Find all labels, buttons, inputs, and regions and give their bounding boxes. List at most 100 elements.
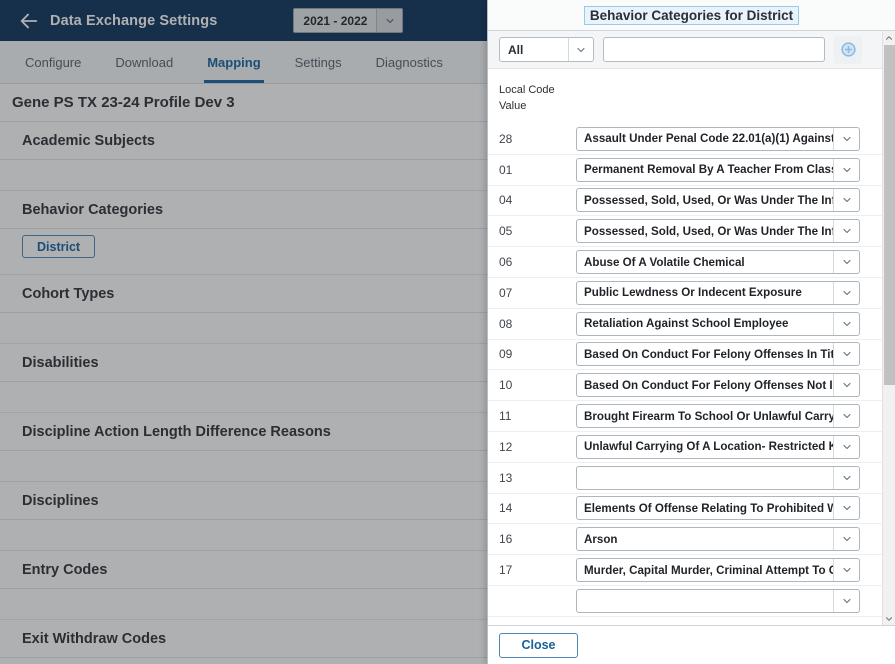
school-year-select[interactable]: 2021 - 2022	[293, 8, 403, 33]
row-local-code: 09	[499, 347, 576, 361]
behavior-categories-modal: Behavior Categories for District All	[487, 0, 895, 664]
table-row	[488, 586, 882, 617]
column-header: Local Code Value	[488, 69, 882, 124]
modal-title: Behavior Categories for District	[584, 6, 799, 25]
chevron-down-icon	[833, 528, 859, 550]
chevron-down-icon	[833, 374, 859, 396]
row-local-code: 13	[499, 471, 576, 485]
chevron-down-icon	[833, 159, 859, 181]
row-local-code: 05	[499, 224, 576, 238]
table-row: 12Unlawful Carrying Of A Location- Restr…	[488, 432, 882, 463]
row-value-text: Assault Under Penal Code 22.01(a)(1) Aga…	[577, 128, 833, 150]
close-button[interactable]: Close	[499, 633, 578, 658]
plus-circle-icon[interactable]	[834, 36, 862, 64]
row-local-code: 11	[499, 409, 576, 423]
chevron-down-icon	[833, 251, 859, 273]
filter-select-value: All	[500, 38, 568, 61]
modal-scrollbar[interactable]	[882, 31, 895, 625]
row-value-select[interactable]: Possessed, Sold, Used, Or Was Under The …	[576, 219, 860, 243]
chevron-down-icon	[833, 497, 859, 519]
search-input[interactable]	[603, 37, 825, 62]
row-value-select[interactable]: Retaliation Against School Employee	[576, 312, 860, 336]
mapping-rows: 28Assault Under Penal Code 22.01(a)(1) A…	[488, 124, 882, 617]
table-row: 14Elements Of Offense Relating To Prohib…	[488, 494, 882, 525]
modal-header: Behavior Categories for District	[488, 0, 895, 31]
table-row: 11Brought Firearm To School Or Unlawful …	[488, 401, 882, 432]
modal-body: All Local Code Value 28Assault Under Pen…	[488, 31, 895, 625]
table-row: 13	[488, 463, 882, 494]
row-value-text: Retaliation Against School Employee	[577, 313, 833, 335]
row-value-text: Possessed, Sold, Used, Or Was Under The …	[577, 220, 833, 242]
mapping-chip-district[interactable]: District	[22, 235, 95, 258]
row-local-code: 07	[499, 286, 576, 300]
row-value-select[interactable]: Arson	[576, 527, 860, 551]
row-value-select[interactable]: Based On Conduct For Felony Offenses Not…	[576, 373, 860, 397]
row-value-select[interactable]: Public Lewdness Or Indecent Exposure	[576, 281, 860, 305]
scrollbar-thumb[interactable]	[884, 45, 895, 385]
table-row: 28Assault Under Penal Code 22.01(a)(1) A…	[488, 124, 882, 155]
row-value-text: Unlawful Carrying Of A Location- Restric…	[577, 436, 833, 458]
row-local-code: 17	[499, 563, 576, 577]
row-value-select[interactable]: Based On Conduct For Felony Offenses In …	[576, 342, 860, 366]
chevron-down-icon[interactable]	[883, 612, 895, 625]
chevron-down-icon	[376, 9, 402, 32]
tab-configure[interactable]: Configure	[8, 41, 98, 83]
row-value-select[interactable]: Murder, Capital Murder, Criminal Attempt…	[576, 558, 860, 582]
chevron-down-icon	[833, 559, 859, 581]
column-header-line1: Local Code	[499, 82, 882, 98]
modal-scroll-content: All Local Code Value 28Assault Under Pen…	[488, 31, 882, 625]
row-value-select[interactable]: Possessed, Sold, Used, Or Was Under The …	[576, 188, 860, 212]
arrow-left-icon[interactable]	[12, 4, 46, 38]
chevron-down-icon	[833, 436, 859, 458]
row-value-text: Based On Conduct For Felony Offenses In …	[577, 343, 833, 365]
tab-diagnostics[interactable]: Diagnostics	[359, 41, 460, 83]
table-row: 05Possessed, Sold, Used, Or Was Under Th…	[488, 216, 882, 247]
chevron-down-icon	[833, 220, 859, 242]
row-value-text: Permanent Removal By A Teacher From Clas…	[577, 159, 833, 181]
chevron-down-icon	[833, 590, 859, 612]
row-local-code: 28	[499, 132, 576, 146]
chevron-down-icon	[833, 467, 859, 489]
row-value-text	[577, 467, 833, 489]
chevron-down-icon	[833, 128, 859, 150]
tab-download[interactable]: Download	[98, 41, 190, 83]
tab-mapping[interactable]: Mapping	[190, 41, 277, 83]
row-value-text: Based On Conduct For Felony Offenses Not…	[577, 374, 833, 396]
row-value-text: Brought Firearm To School Or Unlawful Ca…	[577, 405, 833, 427]
school-year-value: 2021 - 2022	[294, 9, 376, 32]
chevron-up-icon[interactable]	[883, 31, 895, 44]
row-value-text: Public Lewdness Or Indecent Exposure	[577, 282, 833, 304]
screen: Data Exchange Settings 2021 - 2022 Confi…	[0, 0, 895, 664]
row-value-select[interactable]: Assault Under Penal Code 22.01(a)(1) Aga…	[576, 127, 860, 151]
row-local-code: 16	[499, 532, 576, 546]
row-value-select[interactable]: Brought Firearm To School Or Unlawful Ca…	[576, 404, 860, 428]
table-row: 17Murder, Capital Murder, Criminal Attem…	[488, 555, 882, 586]
table-row: 04Possessed, Sold, Used, Or Was Under Th…	[488, 186, 882, 217]
tab-settings[interactable]: Settings	[278, 41, 359, 83]
chevron-down-icon	[833, 313, 859, 335]
row-value-select[interactable]	[576, 466, 860, 490]
row-value-text: Elements Of Offense Relating To Prohibit…	[577, 497, 833, 519]
row-value-select[interactable]: Elements Of Offense Relating To Prohibit…	[576, 496, 860, 520]
row-value-select[interactable]	[576, 589, 860, 613]
filter-select[interactable]: All	[499, 37, 594, 62]
app-title: Data Exchange Settings	[50, 13, 217, 29]
row-value-text: Abuse Of A Volatile Chemical	[577, 251, 833, 273]
row-local-code: 01	[499, 163, 576, 177]
row-local-code: 12	[499, 440, 576, 454]
row-value-select[interactable]: Permanent Removal By A Teacher From Clas…	[576, 158, 860, 182]
chevron-down-icon	[833, 405, 859, 427]
row-local-code: 06	[499, 255, 576, 269]
row-value-select[interactable]: Unlawful Carrying Of A Location- Restric…	[576, 435, 860, 459]
filter-bar: All	[488, 31, 882, 69]
chevron-down-icon	[833, 282, 859, 304]
row-value-text	[577, 590, 833, 612]
row-local-code: 10	[499, 378, 576, 392]
table-row: 08Retaliation Against School Employee	[488, 309, 882, 340]
row-value-text: Arson	[577, 528, 833, 550]
column-header-line2: Value	[499, 98, 882, 114]
row-value-select[interactable]: Abuse Of A Volatile Chemical	[576, 250, 860, 274]
modal-footer: Close	[488, 625, 895, 664]
table-row: 16Arson	[488, 524, 882, 555]
table-row: 10Based On Conduct For Felony Offenses N…	[488, 370, 882, 401]
